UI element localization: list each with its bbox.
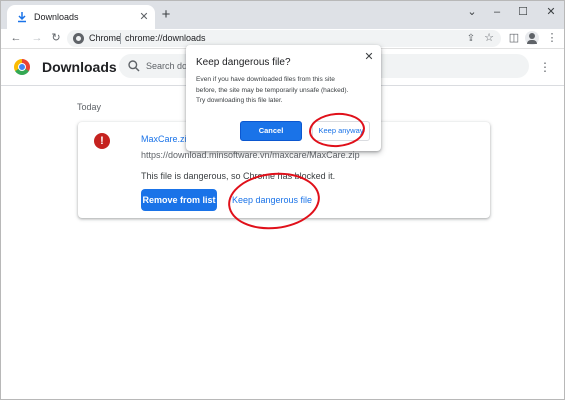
kebab-menu-icon[interactable]: ⋮ xyxy=(539,59,551,75)
tab-close-icon[interactable]: ✕ xyxy=(137,10,151,24)
tab-strip: Downloads ✕ + ⌄ – ☐ ✕ xyxy=(1,1,564,29)
warning-icon: ! xyxy=(94,133,110,149)
keep-dangerous-file-dialog: Keep dangerous file? ✕ Even if you have … xyxy=(186,45,381,151)
minimize-icon[interactable]: – xyxy=(487,5,507,19)
chrome-logo-icon xyxy=(14,59,30,75)
close-icon[interactable]: ✕ xyxy=(363,51,375,63)
browser-window: Downloads ✕ + ⌄ – ☐ ✕ ← → ↻ Chrome chrom… xyxy=(0,0,565,400)
dialog-body: Even if you have downloaded files from t… xyxy=(196,75,376,107)
arrow-left-icon[interactable]: ← xyxy=(9,31,23,45)
arrow-right-icon[interactable]: → xyxy=(30,31,44,45)
star-icon[interactable]: ☆ xyxy=(483,32,495,45)
reload-icon[interactable]: ↻ xyxy=(49,31,63,45)
window-close-icon[interactable]: ✕ xyxy=(541,5,561,19)
chrome-icon[interactable] xyxy=(73,33,84,44)
dialog-body-line: Try downloading this file later. xyxy=(196,97,283,104)
file-name-link[interactable]: MaxCare.zip xyxy=(141,133,192,145)
tab-search-chevron-icon[interactable]: ⌄ xyxy=(462,5,482,19)
remove-from-list-button[interactable]: Remove from list xyxy=(141,189,217,211)
tab-downloads[interactable]: Downloads ✕ xyxy=(7,5,155,29)
tab-title: Downloads xyxy=(34,12,79,22)
file-danger-status: This file is dangerous, so Chrome has bl… xyxy=(141,171,336,181)
dialog-title: Keep dangerous file? xyxy=(196,57,291,68)
date-section-label: Today xyxy=(77,102,102,112)
download-icon xyxy=(18,12,26,23)
dialog-body-line: Even if you have downloaded files from t… xyxy=(196,76,335,83)
maximize-icon[interactable]: ☐ xyxy=(513,5,533,19)
kebab-menu-icon[interactable]: ⋮ xyxy=(545,31,559,45)
omnibox-label: Chrome xyxy=(89,33,122,43)
dialog-body-line: before, the site may be temporarily unsa… xyxy=(196,86,349,94)
url-text[interactable]: chrome://downloads xyxy=(125,32,206,45)
keep-anyway-button[interactable]: Keep anyway xyxy=(312,121,370,141)
new-tab-button[interactable]: + xyxy=(158,7,174,23)
search-icon xyxy=(128,60,140,72)
omnibox-separator xyxy=(120,33,121,44)
page-title: Downloads xyxy=(42,59,117,75)
keep-dangerous-file-button[interactable]: Keep dangerous file xyxy=(227,189,317,211)
share-icon[interactable]: ⇪ xyxy=(465,32,477,45)
side-panel-icon[interactable]: ◫ xyxy=(507,31,521,45)
cancel-button[interactable]: Cancel xyxy=(240,121,302,141)
avatar-icon[interactable] xyxy=(525,31,539,45)
